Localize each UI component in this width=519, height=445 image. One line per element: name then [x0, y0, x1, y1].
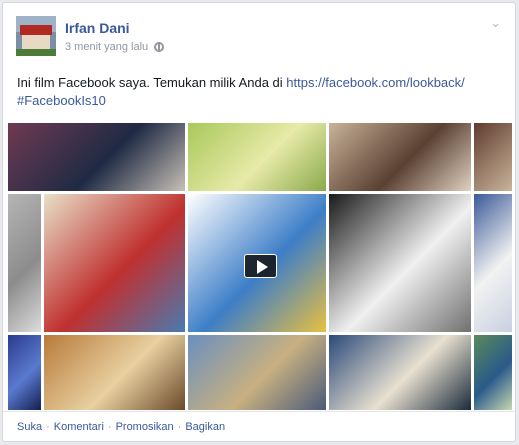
- collage-tile-comic-panels: [44, 335, 185, 410]
- chevron-down-icon[interactable]: ⌄: [490, 15, 501, 31]
- action-bar: Suka · Komentari · Promosikan · Bagikan: [17, 421, 225, 433]
- post-card: Irfan Dani 3 menit yang lalu ⌄ Ini film …: [2, 2, 516, 442]
- separator: ·: [177, 421, 182, 433]
- hashtag-link[interactable]: #FacebookIs10: [17, 93, 106, 108]
- avatar[interactable]: [16, 16, 56, 56]
- promote-link[interactable]: Promosikan: [116, 421, 174, 433]
- avatar-wall: [22, 35, 50, 49]
- collage-tile-green-document: [188, 123, 326, 191]
- post-text-prefix: Ini film Facebook saya. Temukan milik An…: [17, 75, 287, 90]
- separator: ·: [46, 421, 50, 433]
- post-timestamp[interactable]: 3 menit yang lalu: [65, 41, 148, 53]
- post-text: Ini film Facebook saya. Temukan milik An…: [17, 74, 497, 110]
- lookback-link[interactable]: https://facebook.com/lookback/: [286, 75, 464, 90]
- collage-tile-edge-photo: [474, 123, 512, 191]
- collage-tile-green-map: [474, 335, 512, 410]
- like-link[interactable]: Suka: [17, 421, 42, 433]
- avatar-roof: [20, 25, 52, 35]
- collage-tile-mosque-greeting: [188, 335, 326, 410]
- play-button-icon[interactable]: [244, 254, 277, 278]
- collage-tile-blue-cells: [8, 335, 41, 410]
- collage-tile-bw-portrait: [329, 194, 471, 332]
- comment-link[interactable]: Komentari: [54, 421, 104, 433]
- collage-tile-group-photo: [8, 123, 185, 191]
- separator: ·: [107, 421, 112, 433]
- post-meta: 3 menit yang lalu: [65, 41, 165, 53]
- author-name[interactable]: Irfan Dani: [65, 20, 130, 36]
- collage-tile-pesta-budaya-poster: [44, 194, 185, 332]
- collage-tile-book-cover: [329, 335, 471, 410]
- globe-icon[interactable]: [154, 42, 165, 52]
- avatar-grass: [16, 49, 56, 56]
- divider: [3, 411, 515, 412]
- collage-tile-wall-photo: [8, 194, 41, 332]
- collage-tile-selfie: [329, 123, 471, 191]
- collage-tile-web-page: [474, 194, 512, 332]
- share-link[interactable]: Bagikan: [185, 421, 225, 433]
